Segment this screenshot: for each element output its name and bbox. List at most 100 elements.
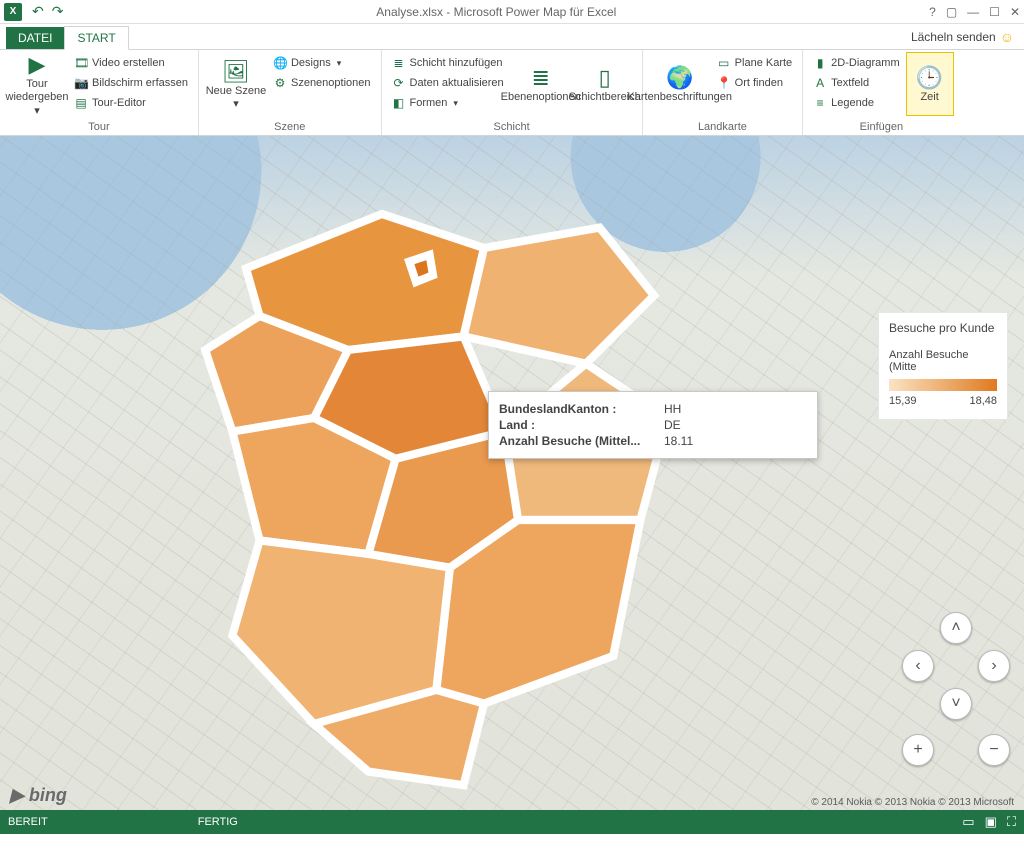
group-scene: 🖼 Neue Szene ▾ 🌐Designs▾ ⚙ Szenenoptionen…: [199, 50, 382, 135]
tour-editor-label: Tour-Editor: [92, 97, 146, 109]
editor-icon: ▤: [74, 96, 88, 110]
capture-screen-button[interactable]: 📷 Bildschirm erfassen: [70, 74, 192, 92]
create-video-button[interactable]: 🎞 Video erstellen: [70, 54, 192, 72]
tooltip-val-region: HH: [664, 402, 807, 416]
group-layer: ≣Schicht hinzufügen ⟳Daten aktualisieren…: [382, 50, 643, 135]
tooltip-key-region: BundeslandKanton :: [499, 402, 664, 416]
scene-options-label: Szenenoptionen: [291, 77, 371, 89]
layers-gear-icon: ≣: [531, 65, 549, 91]
dropdown-caret-icon: ▾: [34, 105, 40, 118]
bing-logo: ▶ bing: [10, 785, 67, 806]
ribbon-tabs: DATEI START Lächeln senden ☺: [0, 24, 1024, 50]
group-tour: ▶ Tour wiedergeben ▾ 🎞 Video erstellen 📷 B…: [0, 50, 199, 135]
ribbon-collapse-icon[interactable]: ▢: [946, 5, 957, 19]
layer-pane-button[interactable]: ▯ Schichtbereich: [574, 52, 636, 116]
title-bar: X ↶ ↷ Analyse.xlsx - Microsoft Power Map…: [0, 0, 1024, 24]
chart2d-button[interactable]: ▮ 2D-Diagramm: [809, 54, 903, 72]
send-smile-button[interactable]: Lächeln senden ☺: [901, 25, 1024, 49]
map-legend[interactable]: Besuche pro Kunde Anzahl Besuche (Mitte …: [878, 312, 1008, 420]
zoom-out-button[interactable]: −: [978, 734, 1010, 766]
legend-label: Legende: [831, 97, 874, 109]
camera-icon: 📷: [74, 76, 88, 90]
play-tour-label: Tour wiedergeben: [6, 78, 69, 104]
status-play-icon[interactable]: ▣: [985, 814, 997, 830]
tab-file[interactable]: DATEI: [6, 27, 64, 49]
layers-add-icon: ≣: [392, 56, 406, 70]
play-tour-button[interactable]: ▶ Tour wiedergeben ▾: [6, 52, 68, 116]
legend-measure: Anzahl Besuche (Mitte: [889, 349, 997, 373]
time-label: Zeit: [920, 91, 938, 104]
film-icon: 🎞: [74, 56, 88, 70]
flat-map-icon: ▭: [717, 56, 731, 70]
textbox-button[interactable]: ATextfeld: [809, 74, 903, 92]
tooltip-val-country: DE: [664, 418, 807, 432]
tour-editor-button[interactable]: ▤ Tour-Editor: [70, 94, 192, 112]
zoom-in-button[interactable]: +: [902, 734, 934, 766]
play-icon: ▶: [29, 52, 46, 78]
add-layer-button[interactable]: ≣Schicht hinzufügen: [388, 54, 508, 72]
create-video-label: Video erstellen: [92, 57, 165, 69]
tab-start[interactable]: START: [64, 26, 128, 50]
scene-options-button[interactable]: ⚙ Szenenoptionen: [269, 74, 375, 92]
legend-icon: ≡: [813, 96, 827, 110]
barchart-icon: ▮: [813, 56, 827, 70]
shapes-label: Formen: [410, 97, 448, 109]
tooltip-val-measure: 18.11: [664, 434, 807, 448]
redo-icon[interactable]: ↷: [52, 3, 64, 20]
refresh-data-button[interactable]: ⟳Daten aktualisieren: [388, 74, 508, 92]
tilt-up-button[interactable]: ˄: [940, 612, 972, 644]
group-label-map: Landkarte: [649, 119, 796, 135]
status-bar: BEREIT FERTIG ▭ ▣ ⛶: [0, 810, 1024, 834]
layer-options-button[interactable]: ≣ Ebenenoptionen: [510, 52, 572, 116]
status-fullscreen-icon[interactable]: ⛶: [1007, 814, 1016, 830]
status-done: FERTIG: [198, 816, 238, 828]
rotate-left-button[interactable]: ‹: [902, 650, 934, 682]
status-explore-icon[interactable]: ▭: [962, 814, 974, 830]
chart2d-label: 2D-Diagramm: [831, 57, 899, 69]
new-scene-button[interactable]: 🖼 Neue Szene ▾: [205, 52, 267, 116]
close-icon[interactable]: ✕: [1010, 5, 1020, 19]
legend-title: Besuche pro Kunde: [889, 321, 997, 335]
undo-icon[interactable]: ↶: [32, 3, 44, 20]
textbox-label: Textfeld: [831, 77, 869, 89]
ribbon: ▶ Tour wiedergeben ▾ 🎞 Video erstellen 📷 B…: [0, 50, 1024, 136]
map-credits: © 2014 Nokia © 2013 Nokia © 2013 Microso…: [811, 797, 1014, 808]
legend-color-bar: [889, 379, 997, 391]
minimize-icon[interactable]: —: [967, 5, 979, 19]
legend-button[interactable]: ≡ Legende: [809, 94, 903, 112]
pin-icon: 📍: [717, 76, 731, 90]
clock-icon: 🕒: [916, 65, 943, 91]
legend-min: 15,39: [889, 395, 917, 407]
shapes-icon: ◧: [392, 96, 406, 110]
designs-button[interactable]: 🌐Designs▾: [269, 54, 375, 72]
flat-map-button[interactable]: ▭ Plane Karte: [713, 54, 796, 72]
map-labels-button[interactable]: 🌍 Kartenbeschriftungen: [649, 52, 711, 116]
find-location-label: Ort finden: [735, 77, 783, 89]
legend-max: 18,48: [969, 395, 997, 407]
maximize-icon[interactable]: ☐: [989, 5, 1000, 19]
tooltip-key-country: Land :: [499, 418, 664, 432]
app-excel-icon: X: [4, 3, 22, 21]
group-label-layer: Schicht: [388, 119, 636, 135]
capture-screen-label: Bildschirm erfassen: [92, 77, 188, 89]
status-ready: BEREIT: [8, 816, 48, 828]
smile-icon: ☺: [1000, 29, 1014, 45]
dropdown-caret-icon: ▾: [453, 98, 458, 109]
time-button[interactable]: 🕒 Zeit: [906, 52, 954, 116]
group-label-insert: Einfügen: [809, 119, 953, 135]
map-viewport[interactable]: BundeslandKanton :HH Land :DE Anzahl Bes…: [0, 136, 1024, 834]
group-label-scene: Szene: [205, 119, 375, 135]
map-nav-controls: ˄ ‹ › ˅ + −: [902, 612, 1012, 772]
help-icon[interactable]: ?: [929, 5, 936, 19]
rotate-right-button[interactable]: ›: [978, 650, 1010, 682]
group-insert: ▮ 2D-Diagramm ATextfeld ≡ Legende 🕒 Zeit E…: [803, 50, 959, 135]
dropdown-caret-icon: ▾: [337, 58, 342, 69]
refresh-icon: ⟳: [392, 76, 406, 90]
flat-map-label: Plane Karte: [735, 57, 792, 69]
find-location-button[interactable]: 📍 Ort finden: [713, 74, 796, 92]
globe-icon: 🌐: [273, 56, 287, 70]
tilt-down-button[interactable]: ˅: [940, 688, 972, 720]
gear-icon: ⚙: [273, 76, 287, 90]
shapes-button[interactable]: ◧ Formen ▾: [388, 94, 508, 112]
new-scene-label: Neue Szene: [206, 85, 267, 98]
